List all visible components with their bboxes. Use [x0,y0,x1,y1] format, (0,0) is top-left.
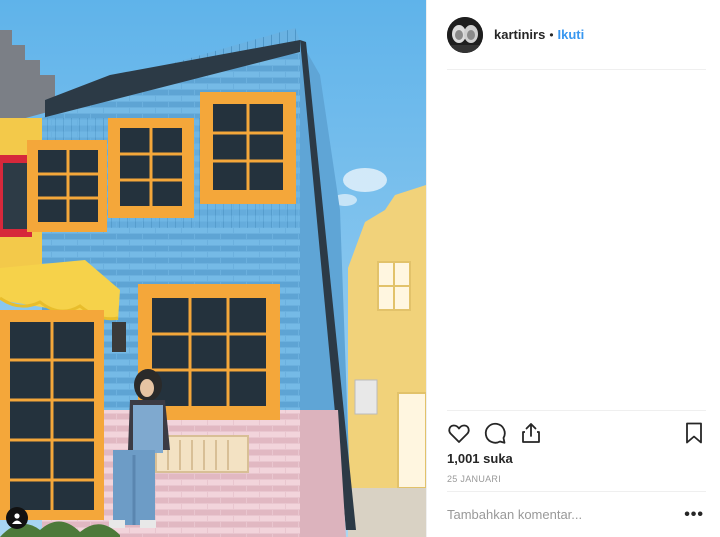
share-upload-icon [522,422,540,443]
post-header: kartinirs • Ikuti [447,0,706,70]
bookmark-icon [686,422,702,443]
action-bar [447,410,706,454]
save-button[interactable] [682,421,706,445]
comment-bar: ••• [447,491,706,537]
post-side-panel: kartinirs • Ikuti 1,001 suka 25 JANUARI … [426,0,720,537]
instagram-post: kartinirs • Ikuti 1,001 suka 25 JANUARI … [0,0,720,537]
follow-button[interactable]: Ikuti [558,27,585,42]
avatar-image [447,16,483,53]
likes-count[interactable]: 1,001 suka [447,451,513,466]
heart-icon [448,424,470,443]
tagged-user-button[interactable] [6,507,28,529]
post-photo[interactable] [0,0,426,537]
share-button[interactable] [519,421,543,445]
avatar[interactable] [447,16,483,53]
more-options-button[interactable]: ••• [684,506,706,524]
comment-button[interactable] [483,421,507,445]
comment-bubble-icon [484,422,506,444]
user-icon [12,513,22,524]
post-date: 25 JANUARI [447,474,502,484]
photo-illustration [0,0,426,537]
header-separator: • [549,27,554,42]
comments-area [427,70,720,410]
comment-input[interactable] [447,507,685,522]
like-button[interactable] [447,421,471,445]
username-link[interactable]: kartinirs [494,27,545,42]
